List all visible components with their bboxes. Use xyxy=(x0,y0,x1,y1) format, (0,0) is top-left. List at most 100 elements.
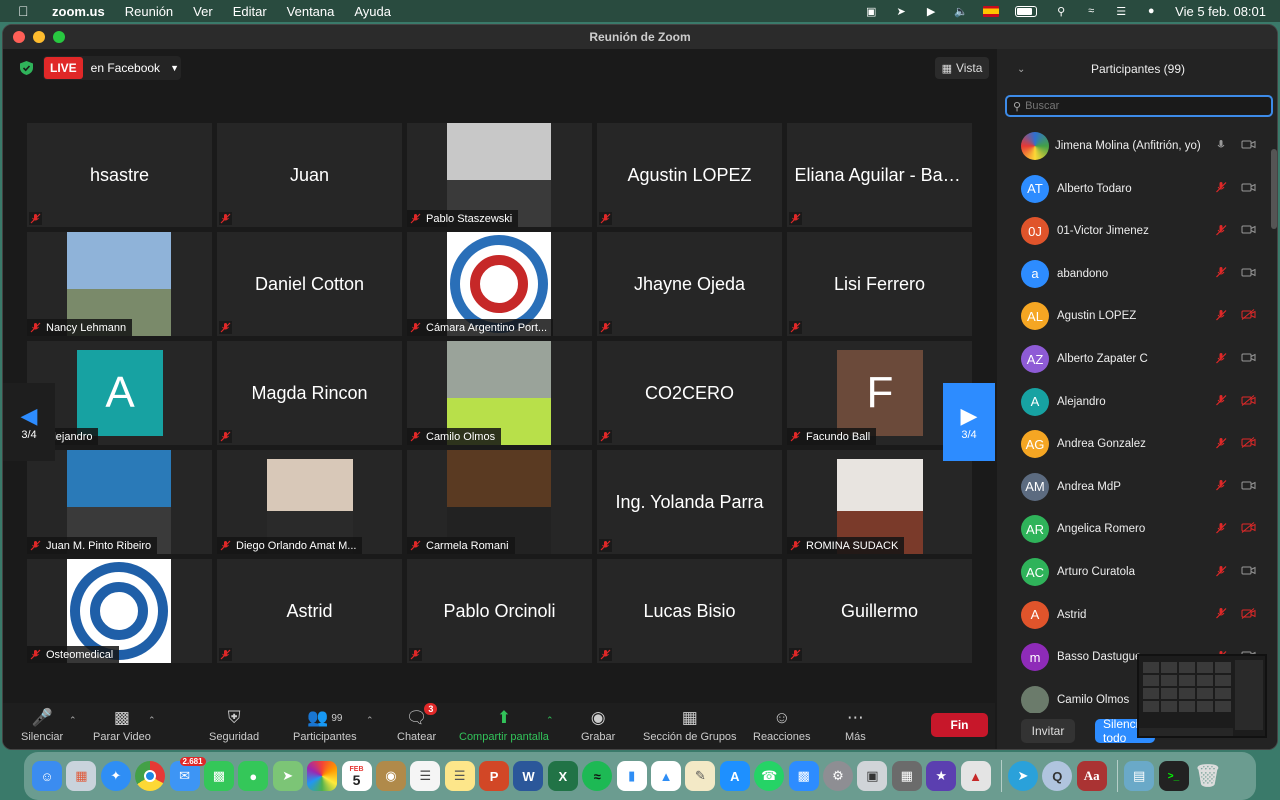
messages-icon[interactable]: ● xyxy=(238,761,269,791)
battery-icon[interactable] xyxy=(1013,4,1039,18)
quicktime-icon[interactable]: Q xyxy=(1042,761,1073,791)
more-button[interactable]: ⋯ Más xyxy=(845,707,866,743)
spotify-icon[interactable]: ≈ xyxy=(582,761,613,791)
contacts-icon[interactable]: ◉ xyxy=(375,761,406,791)
keynote-icon[interactable]: ▲ xyxy=(651,761,682,791)
video-tile[interactable]: hsastre xyxy=(27,123,212,227)
word-icon[interactable]: W xyxy=(513,761,544,791)
video-tile[interactable]: Pablo Staszewski xyxy=(407,123,592,227)
participant-row[interactable]: AR Angelica Romero xyxy=(997,508,1267,550)
video-tile[interactable]: Juan xyxy=(217,123,402,227)
participant-row[interactable]: AC Arturo Curatola xyxy=(997,551,1267,593)
imovie-icon[interactable]: ★ xyxy=(926,761,957,791)
zoom-icon[interactable]: ▩ xyxy=(788,761,819,791)
play-icon[interactable]: ▶ xyxy=(923,4,939,18)
launchpad-icon[interactable]: ▦ xyxy=(66,761,97,791)
security-button[interactable]: ⛨ Seguridad xyxy=(209,707,259,743)
menu-app-name[interactable]: zoom.us xyxy=(52,4,105,19)
video-off-icon[interactable] xyxy=(1241,437,1256,451)
video-camera-icon[interactable] xyxy=(1241,267,1256,281)
video-tile[interactable]: ROMINA SUDACK xyxy=(787,450,972,554)
share-screen-button[interactable]: ⬆ Compartir pantalla xyxy=(459,707,549,743)
video-tile[interactable]: Pablo Orcinoli xyxy=(407,559,592,663)
video-camera-icon[interactable] xyxy=(1241,480,1256,494)
system-preferences-icon[interactable]: ⚙ xyxy=(822,761,853,791)
audio-options-caret[interactable]: ⌃ xyxy=(69,715,77,726)
folder-icon[interactable]: ▤ xyxy=(1124,761,1155,791)
wifi-icon[interactable]: ≈ xyxy=(1083,4,1099,18)
mic-muted-icon[interactable] xyxy=(1215,437,1227,452)
video-tile[interactable]: Daniel Cotton xyxy=(217,232,402,336)
mic-muted-icon[interactable] xyxy=(1215,181,1227,196)
spotlight-search-icon[interactable]: ⚲ xyxy=(1053,4,1069,18)
participant-row[interactable]: 0J 01-Victor Jimenez xyxy=(997,210,1267,252)
mic-muted-icon[interactable] xyxy=(1215,479,1227,494)
participant-row[interactable]: A Alejandro xyxy=(997,381,1267,423)
participant-row[interactable]: a abandono xyxy=(997,253,1267,295)
mic-muted-icon[interactable] xyxy=(1215,394,1227,409)
video-tile[interactable]: Agustin LOPEZ xyxy=(597,123,782,227)
next-page-button[interactable]: ▶ 3/4 xyxy=(943,383,995,461)
video-tile[interactable]: Lucas Bisio xyxy=(597,559,782,663)
participant-row[interactable]: A Astrid xyxy=(997,594,1267,636)
video-tile[interactable]: Camilo Olmos xyxy=(407,341,592,445)
terminal-icon[interactable]: >_ xyxy=(1158,761,1189,791)
zoom-status-icon[interactable]: ▣ xyxy=(863,4,879,18)
finder-icon[interactable]: ☺ xyxy=(32,761,62,791)
participants-button[interactable]: 👥 99 Participantes xyxy=(293,707,357,743)
participant-row[interactable]: AM Andrea MdP xyxy=(997,466,1267,508)
preview-icon[interactable]: ▣ xyxy=(857,761,888,791)
calendar-icon[interactable]: FEB 5 xyxy=(341,761,372,791)
numbers-icon[interactable]: ▮ xyxy=(616,761,647,791)
video-camera-icon[interactable] xyxy=(1241,224,1256,238)
mic-muted-icon[interactable] xyxy=(1215,352,1227,367)
video-tile[interactable]: Carmela Romani xyxy=(407,450,592,554)
previous-page-button[interactable]: ◀ 3/4 xyxy=(3,383,55,461)
flag-es-icon[interactable] xyxy=(983,4,1000,18)
end-meeting-button[interactable]: Fin xyxy=(931,713,988,737)
dictionary-icon[interactable]: Aa xyxy=(1076,761,1107,791)
calculator-icon[interactable]: ▦ xyxy=(891,761,922,791)
participant-row[interactable]: AL Agustin LOPEZ xyxy=(997,295,1267,337)
record-button[interactable]: ◉ Grabar xyxy=(581,707,615,743)
mute-button[interactable]: 🎤 Silenciar xyxy=(21,707,63,743)
security-shield-icon[interactable] xyxy=(20,61,33,75)
menu-ver[interactable]: Ver xyxy=(193,4,213,19)
share-options-caret[interactable]: ⌃ xyxy=(546,715,554,726)
powerpoint-icon[interactable]: P xyxy=(479,761,510,791)
mic-muted-icon[interactable] xyxy=(1215,266,1227,281)
video-tile[interactable]: Eliana Aguilar - Ban... xyxy=(787,123,972,227)
video-options-caret[interactable]: ⌃ xyxy=(148,715,156,726)
video-tile[interactable]: Cámara Argentino Port... xyxy=(407,232,592,336)
mic-muted-icon[interactable] xyxy=(1215,565,1227,580)
menu-clock[interactable]: Vie 5 feb. 08:01 xyxy=(1175,4,1266,19)
video-tile[interactable]: Guillermo xyxy=(787,559,972,663)
participant-row[interactable]: AG Andrea Gonzalez xyxy=(997,423,1267,465)
menu-editar[interactable]: Editar xyxy=(233,4,267,19)
telegram-icon[interactable]: ➤ xyxy=(1007,761,1038,791)
whatsapp-icon[interactable]: ☎ xyxy=(754,761,785,791)
chrome-icon[interactable] xyxy=(135,761,166,791)
video-tile[interactable]: Nancy Lehmann xyxy=(27,232,212,336)
video-tile[interactable]: Osteomedical xyxy=(27,559,212,663)
volume-icon[interactable]: 🔈 xyxy=(953,4,969,18)
app-store-icon[interactable]: A xyxy=(719,761,750,791)
menu-reunion[interactable]: Reunión xyxy=(125,4,173,19)
video-tile[interactable]: Juan M. Pinto Ribeiro xyxy=(27,450,212,554)
notes-icon[interactable]: ☰ xyxy=(444,761,475,791)
video-tile[interactable]: Magda Rincon xyxy=(217,341,402,445)
stop-video-button[interactable]: ▩ Parar Video xyxy=(93,707,151,743)
participant-row[interactable]: AT Alberto Todaro xyxy=(997,168,1267,210)
video-camera-icon[interactable] xyxy=(1241,565,1256,579)
mic-muted-icon[interactable] xyxy=(1215,522,1227,537)
participant-row[interactable]: Jimena Molina (Anfitrión, yo) xyxy=(997,125,1267,167)
photos-icon[interactable] xyxy=(307,761,338,791)
video-camera-icon[interactable] xyxy=(1241,352,1256,366)
mic-muted-icon[interactable] xyxy=(1215,224,1227,239)
safari-icon[interactable]: ✦ xyxy=(100,761,131,791)
participants-options-caret[interactable]: ⌃ xyxy=(366,715,374,726)
search-input[interactable] xyxy=(1025,100,1256,112)
chevron-down-icon[interactable]: ⌄ xyxy=(1017,64,1025,75)
control-center-icon[interactable]: ☰ xyxy=(1113,4,1129,18)
invite-button[interactable]: Invitar xyxy=(1021,719,1075,743)
